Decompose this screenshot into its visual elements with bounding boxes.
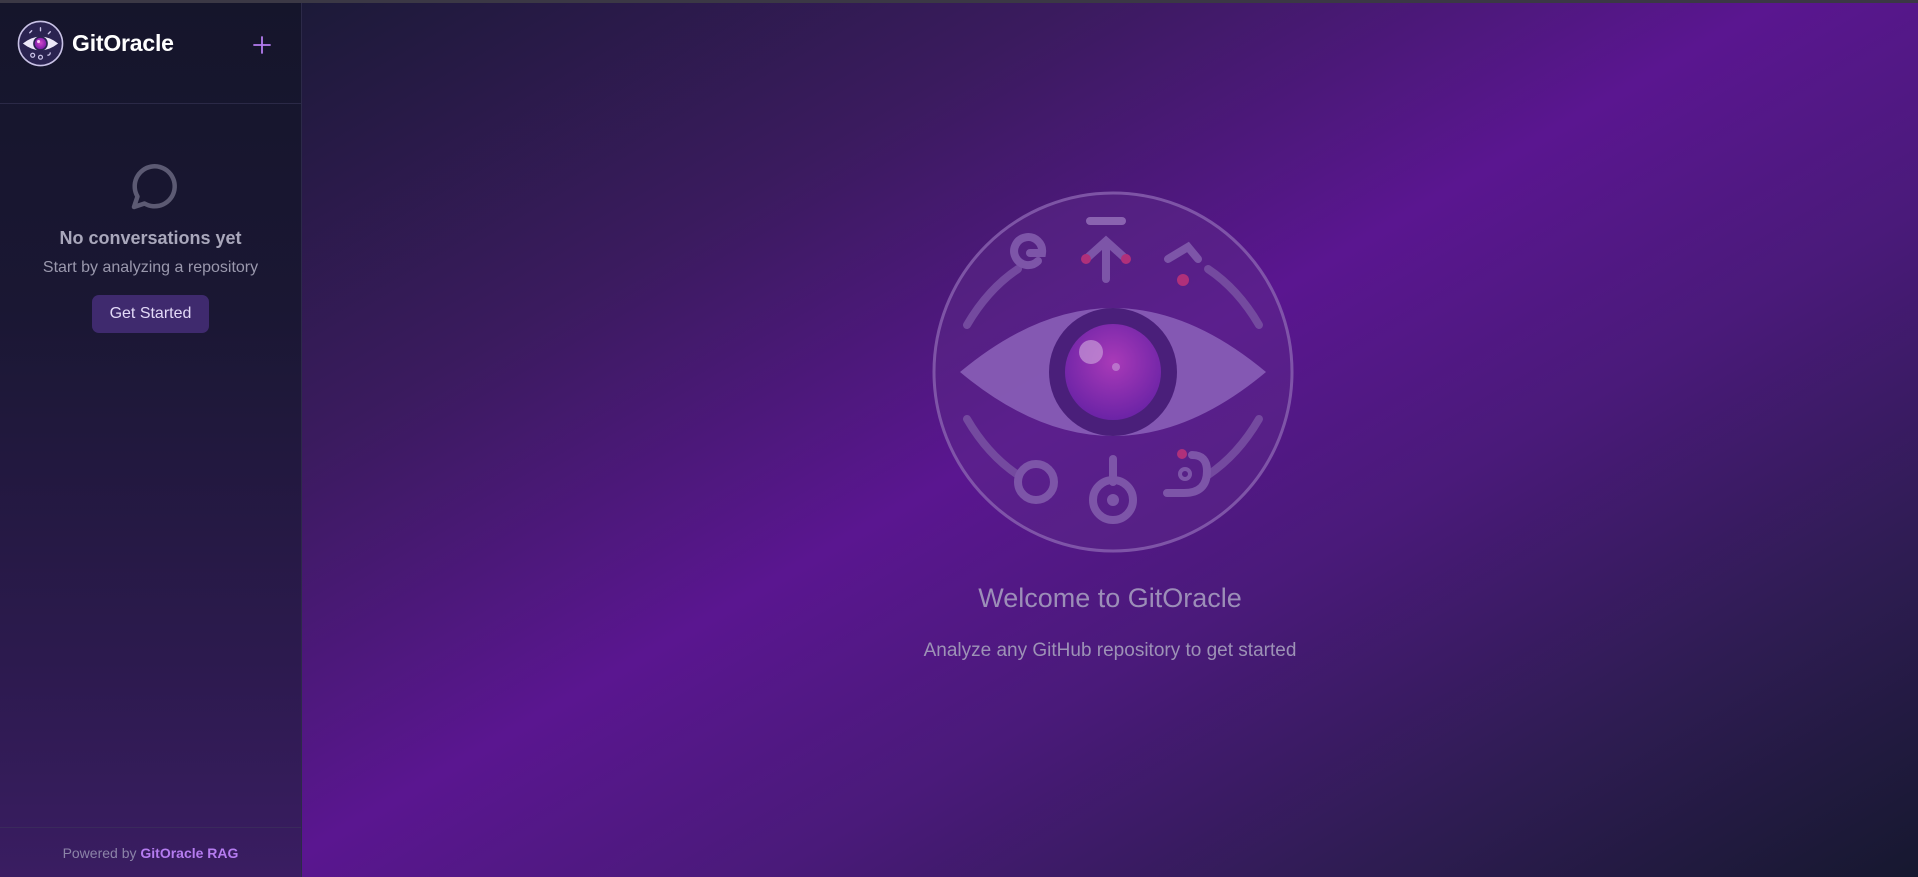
empty-state-subtitle: Start by analyzing a repository <box>42 259 259 276</box>
app-logo-icon <box>17 20 64 67</box>
plus-icon <box>253 36 271 54</box>
sidebar: GitOracle No conversations yet Start by … <box>0 3 302 877</box>
app-title: GitOracle <box>72 30 174 56</box>
empty-state-title: No conversations yet <box>59 228 242 248</box>
oracle-eye-emblem-icon <box>932 191 1294 553</box>
get-started-button[interactable]: Get Started <box>91 295 210 333</box>
new-chat-button[interactable] <box>249 32 275 58</box>
sidebar-header: GitOracle <box>0 3 301 104</box>
chat-bubble-icon <box>131 164 177 210</box>
empty-conversations-state: No conversations yet Start by analyzing … <box>0 158 301 333</box>
window-top-border <box>0 0 1918 3</box>
welcome-subtitle: Analyze any GitHub repository to get sta… <box>923 640 1297 661</box>
footer-prefix: Powered by <box>62 845 137 861</box>
welcome-title: Welcome to GitOracle <box>978 583 1242 613</box>
footer-link[interactable]: GitOracle RAG <box>140 845 238 861</box>
main-area: Welcome to GitOracle Analyze any GitHub … <box>302 3 1918 877</box>
sidebar-footer: Powered by GitOracle RAG <box>0 827 301 877</box>
